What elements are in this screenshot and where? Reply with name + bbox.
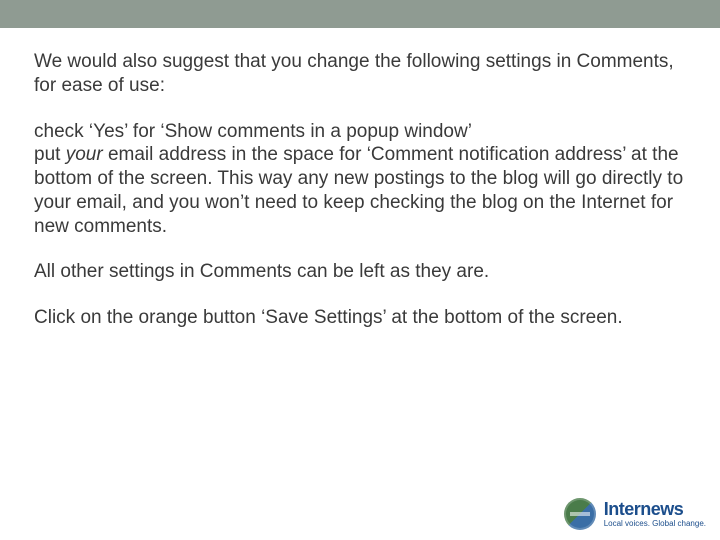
slide-body: We would also suggest that you change th… [0,28,720,330]
header-accent-bar [0,0,720,28]
step-email-post: email address in the space for ‘Comment … [34,144,683,236]
footer-logo: Internews Local voices. Global change. [564,498,706,530]
steps-paragraph: check ‘Yes’ for ‘Show comments in a popu… [34,120,686,239]
globe-icon [564,498,596,530]
other-settings-paragraph: All other settings in Comments can be le… [34,260,686,284]
logo-brand-name: Internews [604,500,706,518]
step-email-emphasis: your [66,144,103,165]
save-instruction-paragraph: Click on the orange button ‘Save Setting… [34,306,686,330]
logo-text-block: Internews Local voices. Global change. [604,500,706,528]
logo-tagline: Local voices. Global change. [604,520,706,528]
intro-paragraph: We would also suggest that you change th… [34,50,686,98]
step-popup-window: check ‘Yes’ for ‘Show comments in a popu… [34,121,472,142]
step-email-pre: put [34,144,66,165]
